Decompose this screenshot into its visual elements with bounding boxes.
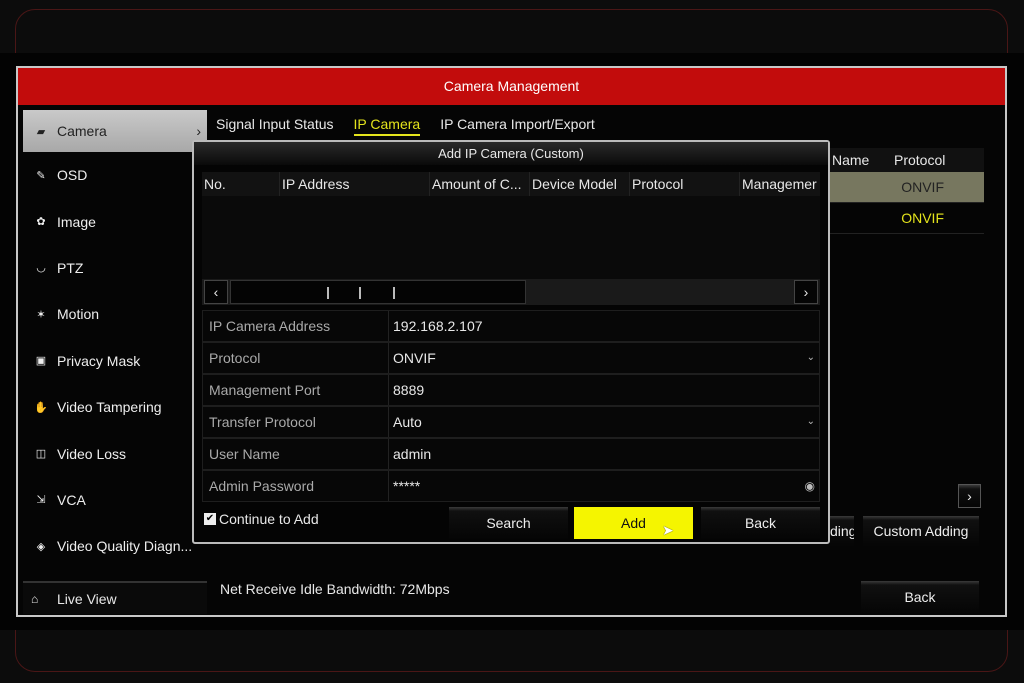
form-row: Transfer Protocol Auto ⌄ [202,406,820,438]
column-name: Name [832,152,870,168]
sidebar-item-label: Video Quality Diagn... [57,538,193,555]
one-touch-adding-button[interactable]: ding [830,516,854,547]
sidebar-item-video-quality-diagn[interactable]: ◈ Video Quality Diagn... [23,523,207,569]
bandwidth-status: Net Receive Idle Bandwidth: 72Mbps [220,581,450,597]
column-amount: Amount of C... [430,172,530,196]
admin-password-label: Admin Password [203,471,389,501]
ip-camera-address-input[interactable]: 192.168.2.107 [389,311,819,341]
admin-password-input[interactable]: ***** ◉ [389,471,819,501]
ip-camera-table: Name Protocol ONVIF ONVIF [830,148,984,234]
sidebar-item-motion[interactable]: ✶ Motion [23,291,207,337]
eye-icon[interactable]: ◉ [805,471,815,501]
dialog-title: Add IP Camera (Custom) [194,142,828,165]
dialog-back-button[interactable]: Back [701,507,820,539]
sidebar-item-camera[interactable]: ▰ Camera › [23,110,207,152]
scroll-left-icon[interactable]: ‹ [204,280,228,304]
search-button[interactable]: Search [449,507,568,539]
tab-ip-camera-import-export[interactable]: IP Camera Import/Export [440,116,595,136]
hand-icon: ✋ [34,401,48,414]
chevron-down-icon: ⌄ [806,352,815,363]
management-port-input[interactable]: 8889 [389,375,819,405]
form-row: Management Port 8889 [202,374,820,406]
sidebar-item-video-loss[interactable]: ◫ Video Loss [23,430,207,476]
custom-adding-button[interactable]: Custom Adding [863,516,979,547]
field-value: Auto [393,414,422,430]
chevron-right-icon: › [196,123,201,139]
osd-icon: ✎ [36,169,46,182]
table-row[interactable]: ONVIF [830,172,984,203]
sidebar-item-ptz[interactable]: ◡ PTZ [23,245,207,291]
table-row[interactable]: ONVIF [830,203,984,234]
diagnosis-icon: ◈ [36,540,46,553]
column-management: Managemer [742,176,817,192]
chevron-down-icon: ⌄ [806,416,815,427]
window-title: Camera Management [18,68,1005,105]
sidebar-item-video-tampering[interactable]: ✋ Video Tampering [23,384,207,430]
table-header: No. IP Address Amount of C... Device Mod… [202,172,820,196]
form-row: Admin Password ***** ◉ [202,470,820,502]
sidebar-item-label: VCA [57,491,86,508]
image-icon: ✿ [36,216,46,229]
sidebar-item-label: Video Loss [57,445,127,462]
field-value: ONVIF [393,350,436,366]
column-no: No. [202,172,280,196]
form-row: Protocol ONVIF ⌄ [202,342,820,374]
privacy-mask-icon: ▣ [35,355,47,368]
transfer-protocol-select[interactable]: Auto ⌄ [389,407,819,437]
sidebar-item-label: Motion [57,306,100,323]
table-header: Name Protocol [830,148,984,172]
sidebar-item-label: Privacy Mask [57,352,141,369]
checkbox-checked-icon: ✔ [204,513,216,525]
continue-to-add-label: Continue to Add [219,511,319,527]
column-device-model: Device Model [530,172,630,196]
back-button[interactable]: Back [861,581,979,614]
field-value: 192.168.2.107 [393,318,483,334]
tab-ip-camera[interactable]: IP Camera [353,116,421,136]
scroll-right-button[interactable]: › [958,484,981,508]
video-loss-icon: ◫ [35,448,47,461]
protocol-label: Protocol [203,343,389,373]
sidebar-item-image[interactable]: ✿ Image [23,198,207,244]
ptz-icon: ◡ [36,262,46,275]
live-view-label: Live View [57,590,117,607]
user-name-input[interactable]: admin [389,439,819,469]
motion-icon: ✶ [36,308,46,321]
tab-bar: Signal Input Status IP Camera IP Camera … [216,116,595,136]
protocol-select[interactable]: ONVIF ⌄ [389,343,819,373]
column-protocol: Protocol [894,152,946,168]
add-ip-camera-dialog: Add IP Camera (Custom) No. IP Address Am… [192,140,830,544]
sidebar-item-label: PTZ [57,259,84,276]
scrollbar-thumb[interactable] [230,280,526,304]
sidebar-item-label: Camera [57,123,107,139]
field-value: admin [393,446,432,462]
form-row: User Name admin [202,438,820,470]
scroll-right-icon[interactable]: › [794,280,818,304]
sidebar-item-vca[interactable]: ⇲ VCA [23,477,207,523]
vca-icon: ⇲ [36,494,46,507]
column-protocol: Protocol [630,172,740,196]
sidebar: ▰ Camera › ✎ OSD ✿ Image ◡ PTZ ✶ Motion ▣ Privacy Ma… [23,110,207,570]
field-value: 8889 [393,382,425,398]
form-row: IP Camera Address 192.168.2.107 [202,310,820,342]
user-name-label: User Name [203,439,389,469]
sidebar-item-osd[interactable]: ✎ OSD [23,152,207,198]
sidebar-item-label: Video Tampering [57,399,162,416]
sidebar-item-privacy-mask[interactable]: ▣ Privacy Mask [23,338,207,384]
column-ip-address: IP Address [280,172,430,196]
continue-to-add-checkbox[interactable]: ✔ Continue to Add [204,511,319,527]
tab-signal-input-status[interactable]: Signal Input Status [216,116,334,136]
camera-form: IP Camera Address 192.168.2.107 Protocol ON… [202,310,820,502]
camera-icon: ▰ [36,125,46,138]
add-button[interactable]: Add [574,507,693,539]
transfer-protocol-label: Transfer Protocol [203,407,389,437]
management-port-label: Management Port [203,375,389,405]
horizontal-scrollbar[interactable]: ‹ › [202,279,820,305]
live-view-button[interactable]: ⌂ Live View [23,581,207,614]
sidebar-item-label: OSD [57,167,88,184]
field-value: ***** [393,478,421,494]
home-icon: ⌂ [31,591,39,606]
mouse-cursor-icon: ➤ [662,522,674,538]
ip-camera-address-label: IP Camera Address [203,311,389,341]
sidebar-item-label: Image [57,213,96,230]
